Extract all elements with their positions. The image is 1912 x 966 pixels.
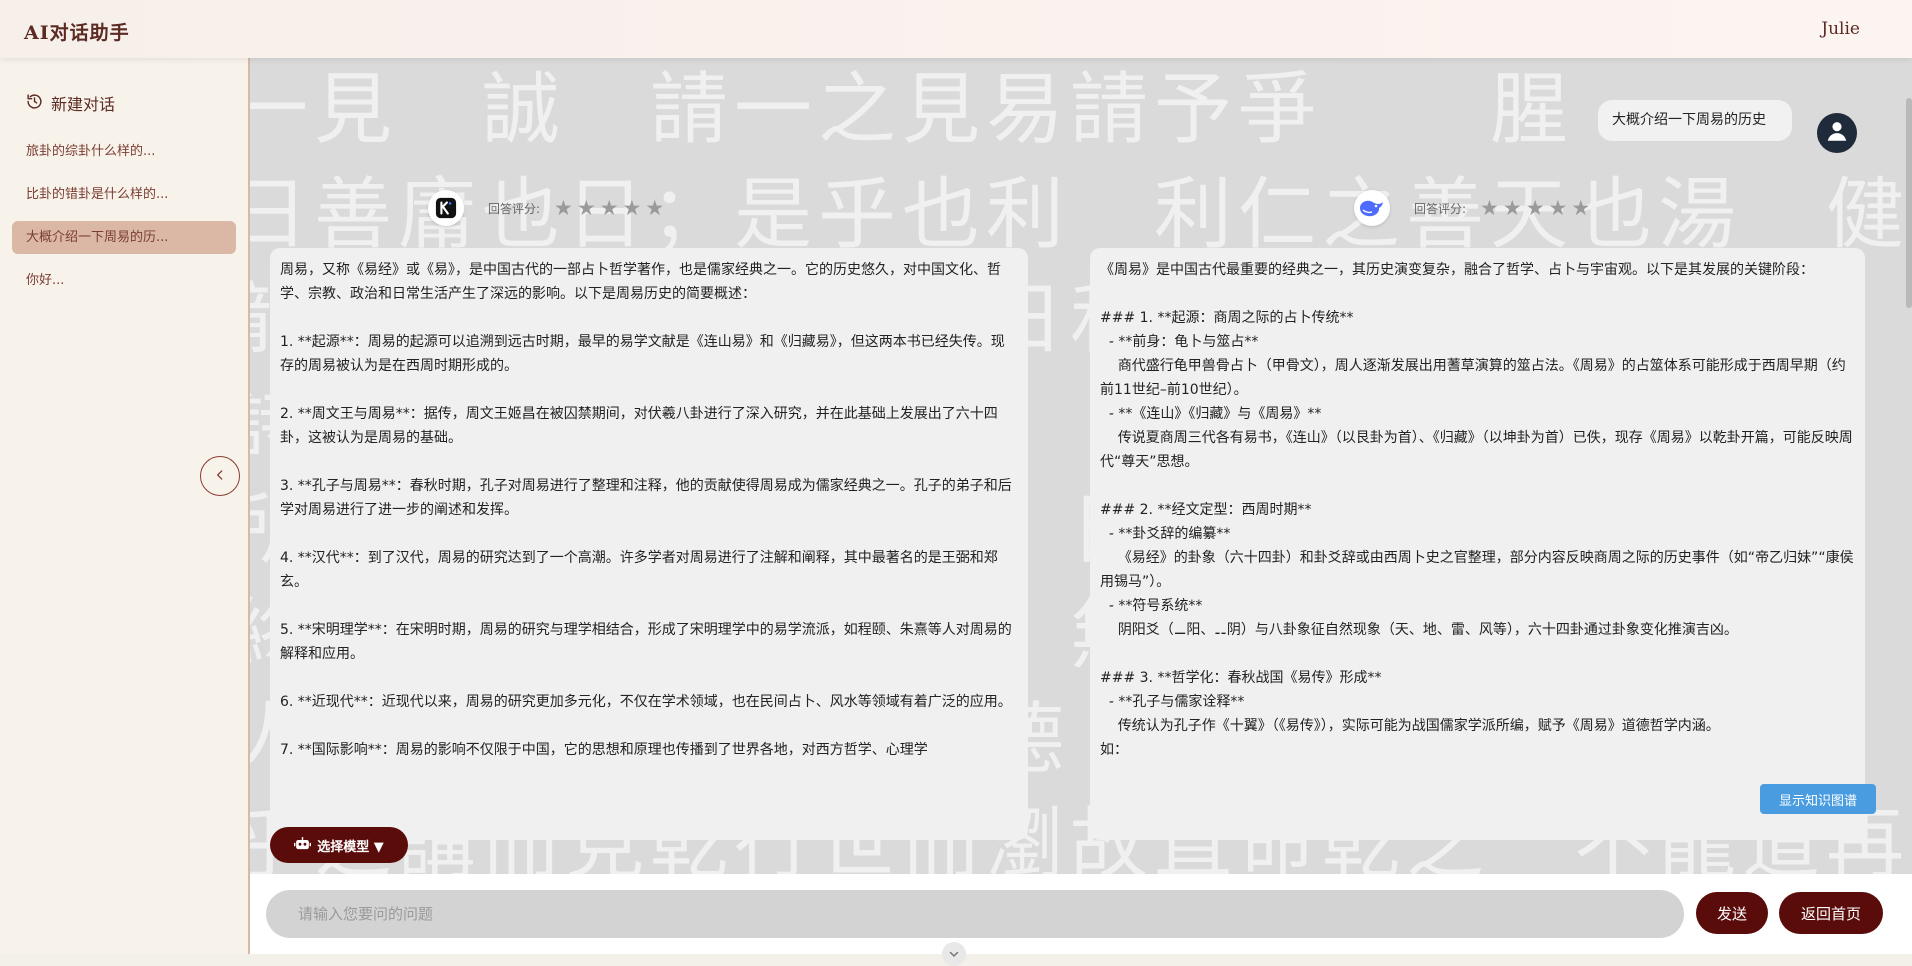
rating-label: 回答评分: — [488, 201, 541, 216]
select-model-button[interactable]: 选择模型 ▼ — [270, 827, 408, 863]
new-chat-label: 新建对话 — [51, 95, 116, 114]
history-item[interactable]: 你好... — [12, 264, 236, 297]
chat-area: 一見 誠 請一之見易請予爭 腥日善庸也日；是乎也利 利仁之善天也湯 健龍也于乎之… — [250, 58, 1912, 874]
app-title: AI对话助手 — [24, 22, 130, 44]
history-item-active[interactable]: 大概介绍一下周易的历... — [12, 221, 236, 254]
scroll-down-button[interactable] — [942, 942, 966, 966]
user-avatar[interactable] — [1817, 113, 1857, 153]
chevron-down-icon — [948, 945, 960, 964]
new-chat-button[interactable]: 新建对话 — [26, 91, 115, 115]
star-icon[interactable]: ★ — [623, 197, 642, 219]
history-icon — [26, 93, 43, 114]
star-icon[interactable]: ★ — [554, 197, 573, 219]
rating-label: 回答评分: — [1414, 201, 1467, 216]
input-bar: 发送 返回首页 — [250, 874, 1912, 966]
right-answer-header: 回答评分: ★ ★ ★ ★ ★ — [1354, 190, 1590, 226]
star-icon[interactable]: ★ — [1549, 197, 1568, 219]
star-icon[interactable]: ★ — [1503, 197, 1522, 219]
left-model-answer: 周易，又称《易经》或《易》，是中国古代的一部占卜哲学著作，也是儒家经典之一。它的… — [270, 248, 1028, 840]
select-model-label: 选择模型 ▼ — [317, 839, 384, 855]
collapse-sidebar-button[interactable] — [200, 456, 240, 496]
user-icon — [1824, 118, 1850, 148]
app-header: AI对话助手 Julie — [0, 0, 1912, 58]
star-icon[interactable]: ★ — [1571, 197, 1590, 219]
star-icon[interactable]: ★ — [1480, 197, 1499, 219]
history-item[interactable]: 比卦的错卦是什么样的... — [12, 178, 236, 211]
user-message-bubble: 大概介绍一下周易的历史 — [1598, 100, 1792, 141]
star-rating-right[interactable]: ★ ★ ★ ★ ★ — [1480, 197, 1590, 219]
star-icon[interactable]: ★ — [600, 197, 619, 219]
show-knowledge-graph-button[interactable]: 显示知识图谱 — [1760, 784, 1876, 814]
left-answer-header: 回答评分: ★ ★ ★ ★ ★ — [428, 190, 664, 226]
question-input[interactable] — [266, 890, 1684, 938]
send-button[interactable]: 发送 — [1696, 892, 1768, 934]
sidebar: 新建对话 旅卦的综卦什么样的... 比卦的错卦是什么样的... 大概介绍一下周易… — [0, 58, 250, 954]
user-name[interactable]: Julie — [1821, 19, 1860, 39]
robot-icon — [294, 836, 312, 855]
star-icon[interactable]: ★ — [645, 197, 664, 219]
kimi-model-icon — [428, 190, 464, 226]
deepseek-model-icon — [1354, 190, 1390, 226]
back-home-button[interactable]: 返回首页 — [1779, 892, 1883, 934]
chevron-left-icon — [213, 467, 227, 486]
history-list: 旅卦的综卦什么样的... 比卦的错卦是什么样的... 大概介绍一下周易的历...… — [12, 135, 236, 307]
star-icon[interactable]: ★ — [577, 197, 596, 219]
history-item[interactable]: 旅卦的综卦什么样的... — [12, 135, 236, 168]
star-rating-left[interactable]: ★ ★ ★ ★ ★ — [554, 197, 664, 219]
right-model-answer: 《周易》是中国古代最重要的经典之一，其历史演变复杂，融合了哲学、占卜与宇宙观。以… — [1090, 248, 1865, 840]
chat-scrollbar[interactable] — [1906, 98, 1912, 308]
star-icon[interactable]: ★ — [1526, 197, 1545, 219]
